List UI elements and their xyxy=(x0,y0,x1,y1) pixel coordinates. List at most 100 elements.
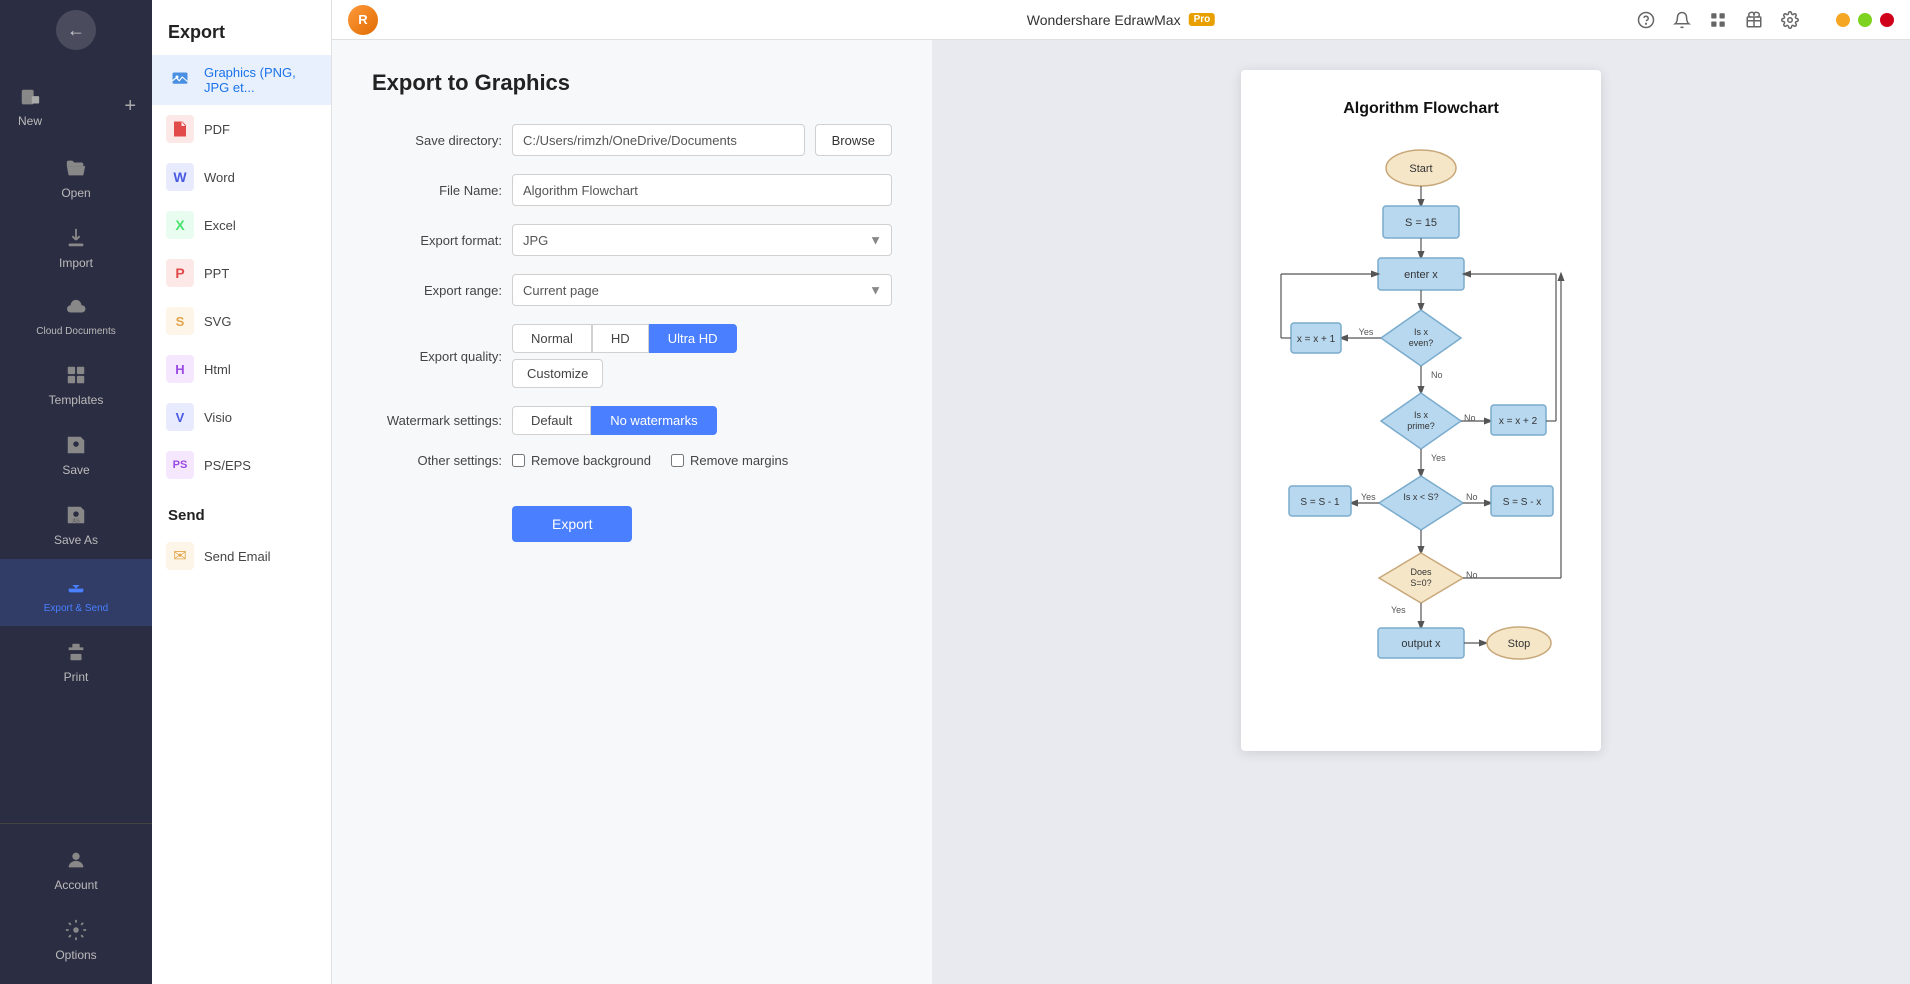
watermark-buttons: Default No watermarks xyxy=(512,406,717,435)
svg-text:even?: even? xyxy=(1409,338,1434,348)
sidebar-item-new[interactable]: New + xyxy=(0,70,152,142)
export-menu-word-label: Word xyxy=(204,170,235,185)
export-menu-pdf-label: PDF xyxy=(204,122,230,137)
watermark-label: Watermark settings: xyxy=(372,413,502,428)
app-title: Wondershare EdrawMax xyxy=(1027,12,1181,28)
sidebar-item-save[interactable]: Save xyxy=(0,419,152,489)
export-quality-row: Export quality: Normal HD Ultra HD Custo… xyxy=(372,324,892,388)
quality-ultra-hd-button[interactable]: Ultra HD xyxy=(649,324,737,353)
export-button[interactable]: Export xyxy=(512,506,632,542)
export-icon xyxy=(62,571,90,599)
svg-text:Is x < S?: Is x < S? xyxy=(1403,492,1438,502)
customize-button[interactable]: Customize xyxy=(512,359,603,388)
sidebar-item-save-as[interactable]: AS Save As xyxy=(0,489,152,559)
visio-icon: V xyxy=(166,403,194,431)
save-directory-label: Save directory: xyxy=(372,133,502,148)
quality-hd-button[interactable]: HD xyxy=(592,324,649,353)
svg-text:No: No xyxy=(1431,370,1443,380)
gift-icon[interactable] xyxy=(1740,6,1768,34)
export-menu-ppt-label: PPT xyxy=(204,266,229,281)
remove-background-checkbox[interactable] xyxy=(512,454,525,467)
export-button-wrapper: Export xyxy=(372,486,892,542)
toolbar-icons xyxy=(1632,6,1804,34)
watermark-none-button[interactable]: No watermarks xyxy=(591,406,716,435)
user-avatar[interactable]: R xyxy=(348,5,378,35)
export-menu-excel[interactable]: X Excel xyxy=(152,201,331,249)
export-panel: Export Graphics (PNG, JPG et... PDF PDF … xyxy=(152,0,332,984)
pro-badge: Pro xyxy=(1189,13,1216,26)
export-menu-visio[interactable]: V Visio xyxy=(152,393,331,441)
watermark-default-button[interactable]: Default xyxy=(512,406,591,435)
save-directory-input[interactable] xyxy=(512,124,805,156)
sidebar-nav: New + Open Import xyxy=(0,60,152,706)
settings-icon[interactable] xyxy=(1776,6,1804,34)
quality-normal-button[interactable]: Normal xyxy=(512,324,592,353)
sidebar-item-label-templates: Templates xyxy=(49,393,104,407)
sidebar-item-label-options: Options xyxy=(55,948,96,962)
export-menu-pdf[interactable]: PDF PDF xyxy=(152,105,331,153)
sidebar-item-options[interactable]: Options xyxy=(0,904,152,974)
sidebar-item-label-print: Print xyxy=(64,670,89,684)
cloud-icon xyxy=(62,294,90,322)
export-menu-graphics[interactable]: Graphics (PNG, JPG et... xyxy=(152,55,331,105)
svg-text:S = 15: S = 15 xyxy=(1405,217,1437,229)
sidebar-item-templates[interactable]: Templates xyxy=(0,349,152,419)
export-format-row: Export format: JPG PNG BMP SVG PDF ▼ xyxy=(372,224,892,256)
export-menu-svg[interactable]: S SVG xyxy=(152,297,331,345)
svg-text:No: No xyxy=(1466,492,1478,502)
export-range-label: Export range: xyxy=(372,283,502,298)
sidebar-item-import[interactable]: Import xyxy=(0,212,152,282)
svg-text:PDF: PDF xyxy=(176,130,185,135)
export-quality-label: Export quality: xyxy=(372,349,502,364)
file-name-input[interactable] xyxy=(512,174,892,206)
close-button[interactable] xyxy=(1880,13,1894,27)
export-menu-pseps[interactable]: PS PS/EPS xyxy=(152,441,331,489)
remove-margins-checkbox[interactable] xyxy=(671,454,684,467)
svg-text:x = x + 1: x = x + 1 xyxy=(1297,334,1336,345)
export-menu-html[interactable]: H Html xyxy=(152,345,331,393)
maximize-button[interactable] xyxy=(1858,13,1872,27)
apps-icon[interactable] xyxy=(1704,6,1732,34)
templates-icon xyxy=(62,361,90,389)
graphics-icon xyxy=(166,66,194,94)
export-menu-ppt[interactable]: P PPT xyxy=(152,249,331,297)
export-format-select[interactable]: JPG PNG BMP SVG PDF xyxy=(512,224,892,256)
svg-icon: S xyxy=(166,307,194,335)
help-icon[interactable] xyxy=(1632,6,1660,34)
back-button[interactable]: ← xyxy=(56,10,96,50)
sidebar-item-account[interactable]: Account xyxy=(0,834,152,904)
excel-icon: X xyxy=(166,211,194,239)
export-menu-word[interactable]: W Word xyxy=(152,153,331,201)
minimize-button[interactable] xyxy=(1836,13,1850,27)
export-menu-send-email[interactable]: ✉ Send Email xyxy=(152,532,331,580)
export-menu-visio-label: Visio xyxy=(204,410,232,425)
browse-button[interactable]: Browse xyxy=(815,124,892,156)
sidebar-item-label-save: Save xyxy=(62,463,89,477)
sidebar-item-label-save-as: Save As xyxy=(54,533,98,547)
sidebar-item-open[interactable]: Open xyxy=(0,142,152,212)
sidebar-item-print[interactable]: Print xyxy=(0,626,152,696)
other-settings-label: Other settings: xyxy=(372,453,502,468)
remove-background-checkbox-label[interactable]: Remove background xyxy=(512,453,651,468)
bell-icon[interactable] xyxy=(1668,6,1696,34)
account-icon xyxy=(62,846,90,874)
remove-margins-checkbox-label[interactable]: Remove margins xyxy=(671,453,788,468)
export-form-area: Export to Graphics Save directory: Brows… xyxy=(332,40,932,984)
svg-text:S = S - 1: S = S - 1 xyxy=(1300,497,1340,508)
sidebar-item-label-open: Open xyxy=(61,186,90,200)
svg-text:Yes: Yes xyxy=(1361,492,1376,502)
export-panel-title: Export xyxy=(152,0,331,55)
svg-text:AS: AS xyxy=(72,518,80,524)
svg-text:Yes: Yes xyxy=(1391,605,1406,615)
preview-title: Algorithm Flowchart xyxy=(1271,100,1571,118)
app-title-area: Wondershare EdrawMax Pro xyxy=(1027,12,1215,28)
file-name-row: File Name: xyxy=(372,174,892,206)
export-menu-excel-label: Excel xyxy=(204,218,236,233)
sidebar-item-cloud[interactable]: Cloud Documents xyxy=(0,282,152,349)
export-format-label: Export format: xyxy=(372,233,502,248)
export-range-select[interactable]: Current page All pages Selected xyxy=(512,274,892,306)
export-menu-send-email-label: Send Email xyxy=(204,549,270,564)
svg-text:Start: Start xyxy=(1409,163,1432,175)
new-plus-icon: + xyxy=(124,95,136,118)
sidebar-item-export[interactable]: Export & Send xyxy=(0,559,152,626)
